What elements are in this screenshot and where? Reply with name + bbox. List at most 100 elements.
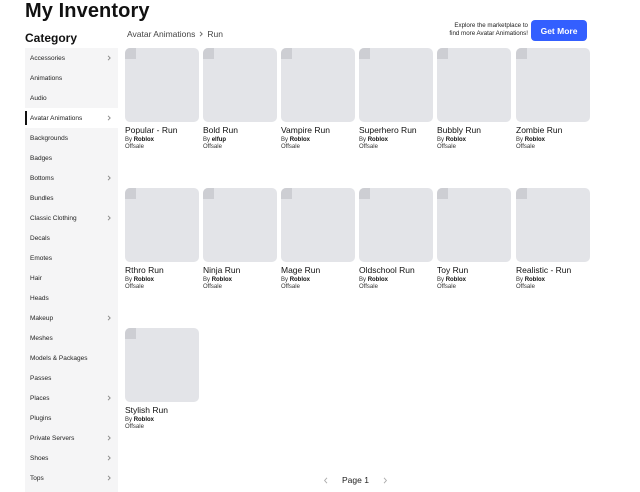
sidebar-item-private-servers[interactable]: Private Servers (25, 428, 118, 448)
inventory-item-card[interactable]: Zombie Run By Roblox Offsale (516, 48, 590, 150)
item-type-icon (125, 48, 136, 59)
promo-line: Explore the marketplace to (454, 22, 528, 29)
item-price: Offsale (437, 284, 456, 290)
sidebar-item-decals[interactable]: Decals (25, 228, 118, 248)
creator-link[interactable]: Roblox (525, 137, 545, 143)
sidebar-item-classic-clothing[interactable]: Classic Clothing (25, 208, 118, 228)
sidebar-item-heads[interactable]: Heads (25, 288, 118, 308)
sidebar-item-animations[interactable]: Animations (25, 68, 118, 88)
sidebar-item-models-packages[interactable]: Models & Packages (25, 348, 118, 368)
breadcrumb: Avatar Animations Run (127, 29, 223, 39)
item-name: Toy Run (437, 265, 469, 275)
creator-link[interactable]: Roblox (290, 137, 310, 143)
creator-link[interactable]: Roblox (446, 277, 466, 283)
item-creator: By elfup (203, 137, 227, 143)
category-title: Category (25, 31, 78, 45)
sidebar-item-meshes[interactable]: Meshes (25, 328, 118, 348)
sidebar-item-label: Animations (30, 74, 63, 82)
item-name: Superhero Run (359, 125, 417, 135)
breadcrumb-parent-link[interactable]: Avatar Animations (127, 29, 195, 39)
sidebar-item-accessories[interactable]: Accessories (25, 48, 118, 68)
inventory-item-card[interactable]: Toy Run By Roblox Offsale (437, 188, 511, 290)
item-thumbnail (437, 48, 511, 122)
sidebar-item-label: Bottoms (30, 174, 54, 182)
sidebar-item-hair[interactable]: Hair (25, 268, 118, 288)
item-price: Offsale (125, 144, 144, 150)
item-thumbnail (437, 188, 511, 262)
sidebar-item-plugins[interactable]: Plugins (25, 408, 118, 428)
sidebar-item-label: Private Servers (30, 434, 75, 442)
sidebar-item-label: Makeup (30, 314, 54, 322)
creator-link[interactable]: Roblox (368, 137, 388, 143)
creator-link[interactable]: elfup (212, 137, 226, 143)
inventory-item-card[interactable]: Bubbly Run By Roblox Offsale (437, 48, 511, 150)
sidebar-item-label: Emotes (30, 254, 53, 262)
inventory-item-card[interactable]: Vampire Run By Roblox Offsale (281, 48, 355, 150)
item-creator: By Roblox (203, 277, 233, 283)
item-thumbnail (516, 48, 590, 122)
item-name: Mage Run (281, 265, 321, 275)
item-price: Offsale (203, 284, 222, 290)
item-name: Popular - Run (125, 125, 178, 135)
item-creator: By Roblox (281, 137, 311, 143)
inventory-item-card[interactable]: Rthro Run By Roblox Offsale (125, 188, 199, 290)
item-creator: By Roblox (516, 277, 546, 283)
inventory-item-card[interactable]: Stylish Run By Roblox Offsale (125, 328, 199, 430)
sidebar-item-label: Plugins (30, 414, 52, 422)
creator-link[interactable]: Roblox (134, 277, 154, 283)
item-price: Offsale (203, 144, 222, 150)
inventory-item-card[interactable]: Bold Run By elfup Offsale (203, 48, 277, 150)
sidebar-item-label: Meshes (30, 334, 53, 342)
sidebar-item-audio[interactable]: Audio (25, 88, 118, 108)
sidebar-item-bundles[interactable]: Bundles (25, 188, 118, 208)
creator-link[interactable]: Roblox (134, 417, 154, 423)
item-type-icon (516, 188, 527, 199)
inventory-item-card[interactable]: Superhero Run By Roblox Offsale (359, 48, 433, 150)
item-thumbnail (359, 48, 433, 122)
inventory-item-card[interactable]: Ninja Run By Roblox Offsale (203, 188, 277, 290)
sidebar-item-passes[interactable]: Passes (25, 368, 118, 388)
sidebar-item-makeup[interactable]: Makeup (25, 308, 118, 328)
creator-link[interactable]: Roblox (134, 137, 154, 143)
item-type-icon (203, 188, 214, 199)
inventory-item-card[interactable]: Realistic - Run By Roblox Offsale (516, 188, 590, 290)
chevron-right-icon[interactable] (379, 474, 391, 486)
chevron-right-icon (104, 113, 114, 123)
item-name: Realistic - Run (516, 265, 572, 275)
sidebar-item-bottoms[interactable]: Bottoms (25, 168, 118, 188)
item-creator: By Roblox (359, 137, 389, 143)
inventory-item-card[interactable]: Mage Run By Roblox Offsale (281, 188, 355, 290)
inventory-item-card[interactable]: Oldschool Run By Roblox Offsale (359, 188, 433, 290)
item-name: Zombie Run (516, 125, 563, 135)
sidebar-item-tops[interactable]: Tops (25, 468, 118, 488)
creator-link[interactable]: Roblox (290, 277, 310, 283)
item-creator: By Roblox (516, 137, 546, 143)
creator-link[interactable]: Roblox (525, 277, 545, 283)
sidebar-item-badges[interactable]: Badges (25, 148, 118, 168)
item-creator: By Roblox (359, 277, 389, 283)
sidebar-item-backgrounds[interactable]: Backgrounds (25, 128, 118, 148)
chevron-right-icon (104, 453, 114, 463)
sidebar-item-label: Shoes (30, 454, 49, 462)
pagination: Page 1 (320, 474, 391, 486)
sidebar-item-label: Avatar Animations (30, 114, 83, 122)
sidebar-item-avatar-animations[interactable]: Avatar Animations (25, 108, 118, 128)
get-more-button[interactable]: Get More (531, 20, 587, 41)
page-label: Page 1 (342, 475, 369, 485)
inventory-item-card[interactable]: Popular - Run By Roblox Offsale (125, 48, 199, 150)
sidebar-item-places[interactable]: Places (25, 388, 118, 408)
sidebar-item-label: Hair (30, 274, 42, 282)
sidebar-item-label: Decals (30, 234, 50, 242)
item-thumbnail (281, 48, 355, 122)
page-title: My Inventory (25, 0, 150, 22)
chevron-left-icon[interactable] (320, 474, 332, 486)
sidebar-item-shoes[interactable]: Shoes (25, 448, 118, 468)
creator-link[interactable]: Roblox (368, 277, 388, 283)
chevron-right-icon (104, 173, 114, 183)
sidebar-item-emotes[interactable]: Emotes (25, 248, 118, 268)
creator-link[interactable]: Roblox (212, 277, 232, 283)
creator-link[interactable]: Roblox (446, 137, 466, 143)
item-name: Rthro Run (125, 265, 164, 275)
chevron-right-icon (104, 473, 114, 483)
item-price: Offsale (516, 144, 535, 150)
